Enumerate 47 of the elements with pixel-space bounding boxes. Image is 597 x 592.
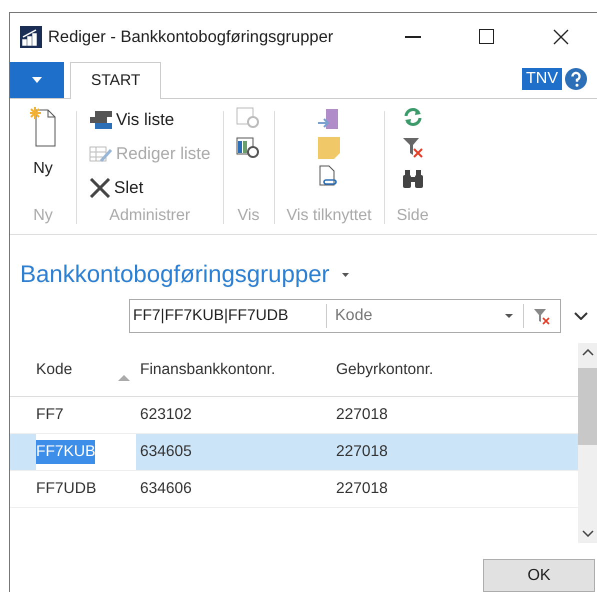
table-cell-text: 634606: [140, 479, 192, 500]
list-view-icon: [89, 110, 113, 130]
clear-filter-icon[interactable]: [402, 136, 424, 159]
new-document-icon: [30, 106, 56, 147]
ribbon-group-label: Vis: [238, 206, 260, 226]
column-header[interactable]: Gebyrkontonr.: [336, 358, 434, 382]
ribbon-group-label: Vis tilknyttet: [286, 206, 372, 226]
table-cell: FF7KUB: [36, 440, 96, 464]
table-row[interactable]: FF7KUB 634605 227018: [10, 434, 578, 471]
ok-button[interactable]: OK: [483, 559, 595, 592]
new-button[interactable]: Ny: [22, 106, 64, 181]
help-icon[interactable]: [565, 68, 587, 90]
table-cell-text: 227018: [336, 479, 388, 500]
scroll-up-icon[interactable]: [582, 349, 594, 356]
refresh-icon[interactable]: [402, 106, 423, 127]
ribbon-group-label: Side: [396, 206, 429, 226]
menu-button[interactable]: [10, 62, 64, 98]
close-icon[interactable]: [553, 28, 569, 45]
column-header[interactable]: Kode: [36, 358, 72, 382]
scroll-down-icon[interactable]: [582, 530, 594, 537]
app-icon: [20, 26, 42, 48]
page-title: Bankkontobogføringsgrupper: [20, 260, 330, 290]
table-cell-text: 634605: [140, 442, 192, 462]
table-row[interactable]: FF7UDB 634606 227018: [10, 471, 578, 508]
delete-button[interactable]: Slet: [89, 174, 210, 201]
show-list-button[interactable]: Vis liste: [89, 106, 210, 133]
ribbon-group-label: Ny: [33, 206, 53, 226]
table-cell-text: FF7: [36, 405, 64, 426]
tab[interactable]: START: [70, 62, 162, 99]
caret-icon[interactable]: [342, 273, 349, 277]
window-title: Rediger - Bankkontobogføringsgrupper: [48, 26, 334, 48]
table-cell-text: 227018: [336, 405, 388, 426]
user-badge[interactable]: TNV: [522, 68, 562, 90]
caret-icon: [32, 76, 42, 83]
table-cell-text: 227018: [336, 442, 388, 462]
scrollbar-thumb[interactable]: [578, 368, 597, 445]
binoculars-icon[interactable]: [402, 168, 424, 189]
ribbon-group-label: Administrer: [109, 206, 190, 226]
edit-list-icon: [89, 144, 113, 164]
scrollbar[interactable]: [578, 343, 597, 543]
delete-icon: [89, 178, 111, 198]
table-cell-text: FF7UDB: [36, 479, 96, 500]
minimize-icon[interactable]: [405, 36, 421, 38]
maximize-icon[interactable]: [479, 29, 494, 44]
table-cell-text: 623102: [140, 405, 192, 426]
column-header[interactable]: Finansbankkontonr.: [140, 358, 276, 382]
chevron-down-icon[interactable]: [574, 312, 588, 320]
